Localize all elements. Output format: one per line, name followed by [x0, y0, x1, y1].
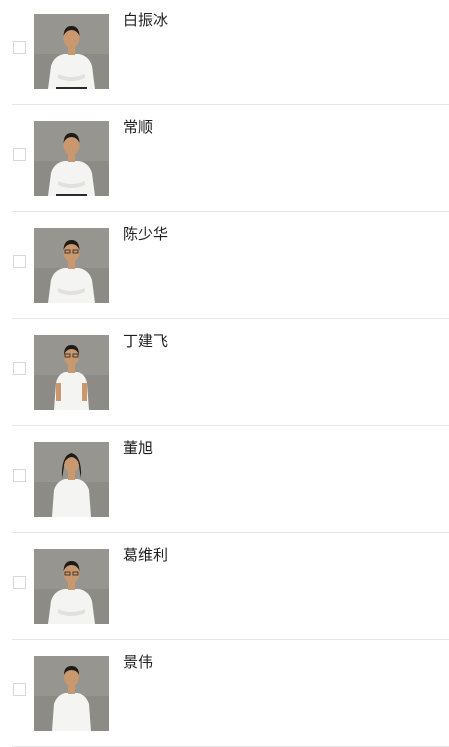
person-name[interactable]: 白振冰 — [123, 11, 168, 29]
select-checkbox[interactable] — [13, 41, 26, 54]
person-photo[interactable] — [34, 442, 109, 517]
person-name[interactable]: 陈少华 — [123, 225, 168, 243]
person-photo[interactable] — [34, 335, 109, 410]
person-portrait-icon — [34, 442, 109, 517]
person-portrait-icon — [34, 549, 109, 624]
list-item[interactable]: 陈少华 — [12, 212, 449, 319]
list-item[interactable]: 景伟 — [12, 640, 449, 747]
select-checkbox[interactable] — [13, 683, 26, 696]
person-portrait-icon — [34, 335, 109, 410]
person-name[interactable]: 董旭 — [123, 439, 153, 457]
person-name[interactable]: 丁建飞 — [123, 332, 168, 350]
select-checkbox[interactable] — [13, 148, 26, 161]
person-photo[interactable] — [34, 228, 109, 303]
person-name[interactable]: 常顺 — [123, 118, 153, 136]
select-checkbox[interactable] — [13, 576, 26, 589]
list-item[interactable]: 丁建飞 — [12, 319, 449, 426]
person-photo[interactable] — [34, 656, 109, 731]
select-checkbox[interactable] — [13, 469, 26, 482]
person-name[interactable]: 葛维利 — [123, 546, 168, 564]
person-portrait-icon — [34, 228, 109, 303]
person-photo[interactable] — [34, 549, 109, 624]
person-photo[interactable] — [34, 14, 109, 89]
list-item[interactable]: 白振冰 — [12, 0, 449, 105]
person-photo[interactable] — [34, 121, 109, 196]
person-portrait-icon — [34, 14, 109, 89]
select-checkbox[interactable] — [13, 255, 26, 268]
list-item[interactable]: 葛维利 — [12, 533, 449, 640]
people-list: 白振冰 常顺 陈少华 丁建飞 董旭 葛维利 景伟 — [0, 0, 449, 747]
select-checkbox[interactable] — [13, 362, 26, 375]
person-name[interactable]: 景伟 — [123, 653, 153, 671]
person-portrait-icon — [34, 121, 109, 196]
person-portrait-icon — [34, 656, 109, 731]
list-item[interactable]: 常顺 — [12, 105, 449, 212]
list-item[interactable]: 董旭 — [12, 426, 449, 533]
